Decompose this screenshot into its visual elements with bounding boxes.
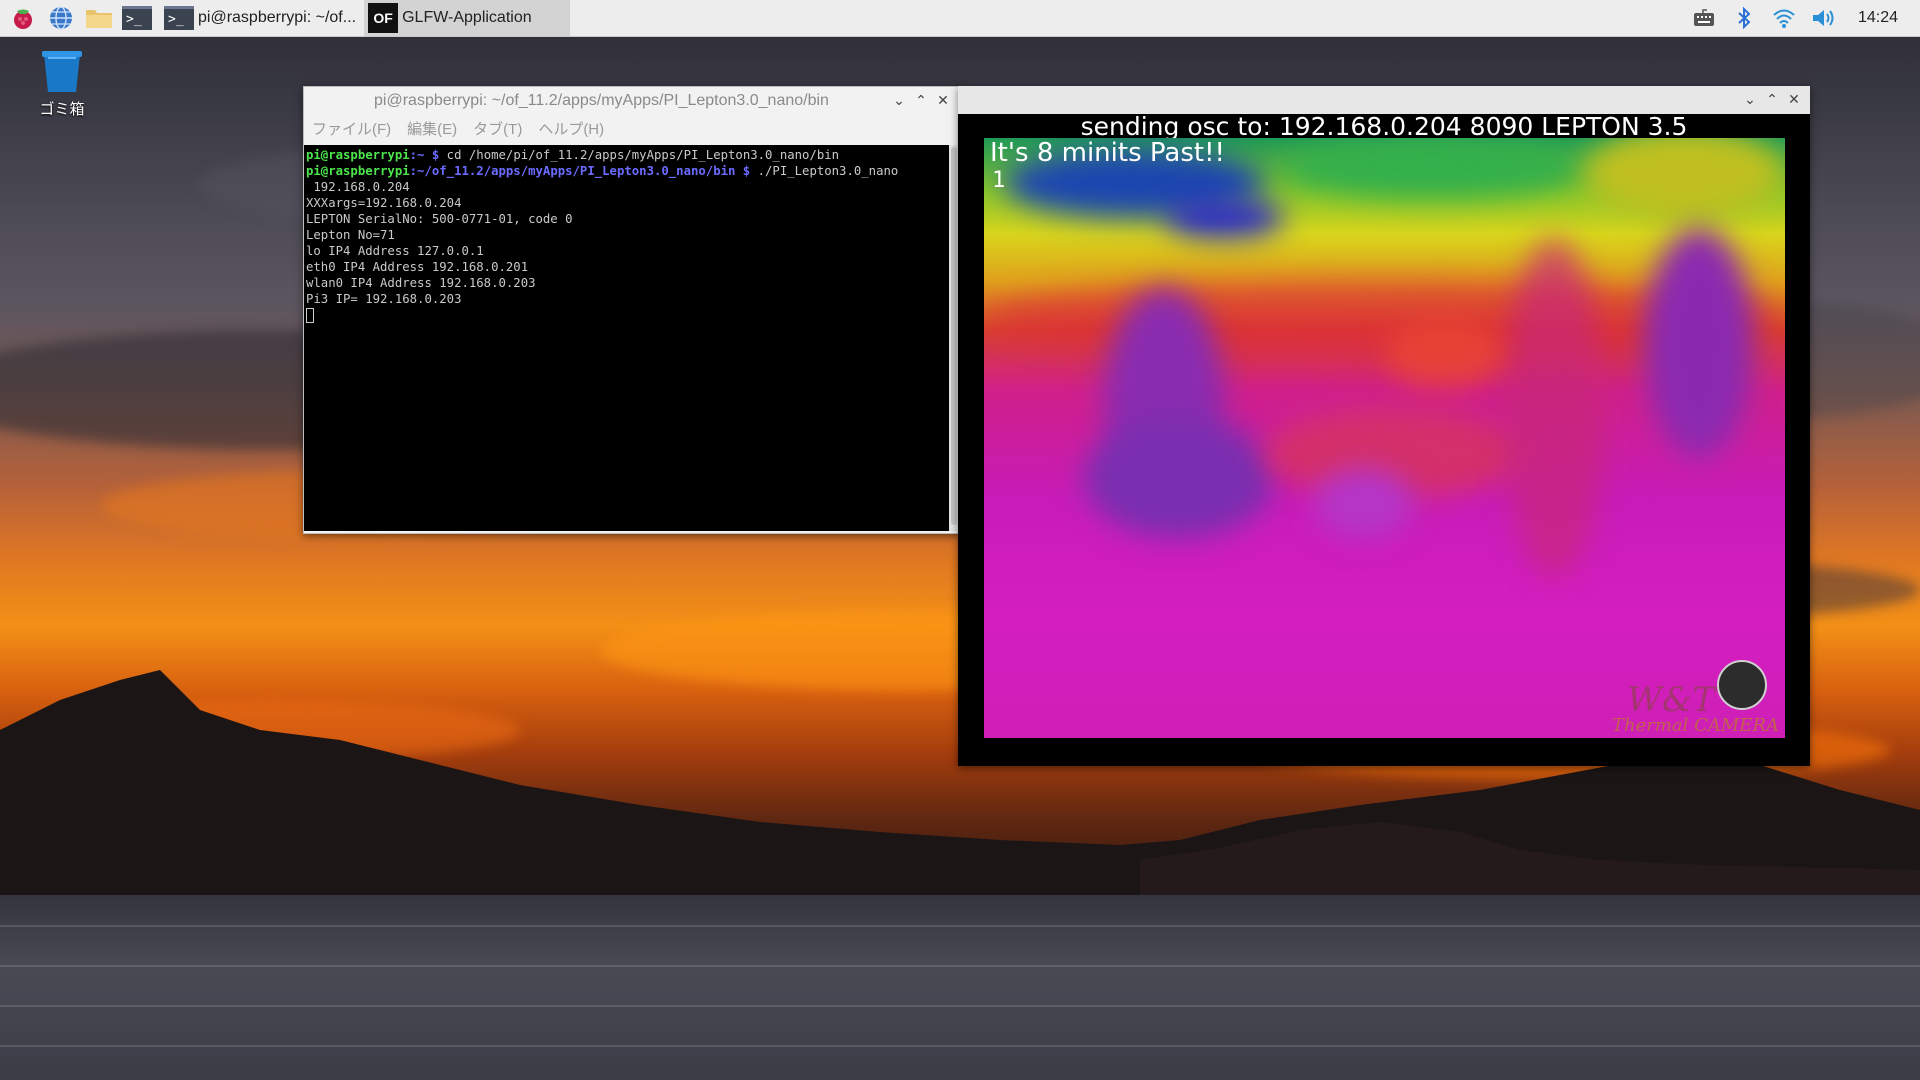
menu-help[interactable]: ヘルプ(H) [538, 118, 604, 139]
terminal-icon: >_ [164, 6, 194, 30]
trash-icon [42, 51, 82, 92]
frame-counter: 1 [992, 168, 1006, 193]
raspberry-menu-icon[interactable] [8, 3, 38, 33]
output-line: eth0 IP4 Address 192.168.0.201 [306, 260, 529, 274]
volume-icon[interactable] [1809, 3, 1839, 33]
terminal-menubar: ファイル(F) 編集(E) タブ(T) ヘルプ(H) [304, 115, 959, 141]
glfw-window: ⌄ ⌃ ✕ sending osc to: 192.168.0.204 8090… [958, 86, 1810, 766]
system-tray: 14:24 [1684, 0, 1920, 36]
minimize-icon[interactable]: ⌄ [1740, 90, 1760, 110]
terminal-window-title: pi@raspberrypi: ~/of_11.2/apps/myApps/PI… [374, 92, 829, 109]
file-manager-icon[interactable] [84, 3, 114, 33]
wifi-icon[interactable] [1769, 3, 1799, 33]
clock[interactable]: 14:24 [1858, 9, 1898, 27]
menu-edit[interactable]: 編集(E) [407, 118, 457, 139]
overlay-text: It's 8 minits Past!! [990, 138, 1225, 168]
output-line: LEPTON SerialNo: 500-0771-01, code 0 [306, 212, 573, 226]
task-glfw-label: GLFW-Application [402, 9, 532, 26]
web-browser-icon[interactable] [46, 3, 76, 33]
menu-file[interactable]: ファイル(F) [312, 118, 391, 139]
terminal-titlebar[interactable]: pi@raspberrypi: ~/of_11.2/apps/myApps/PI… [304, 87, 959, 115]
close-icon[interactable]: ✕ [933, 91, 953, 111]
trash-label: ゴミ箱 [39, 100, 85, 118]
menu-tabs[interactable]: タブ(T) [473, 118, 522, 139]
thermal-image: It's 8 minits Past!! 1 W&T Thermal CAMER… [984, 138, 1785, 738]
task-terminal[interactable]: >_ pi@raspberrypi: ~/of... [160, 0, 364, 36]
prompt-user: pi@raspberrypi [306, 148, 410, 162]
command-text: ./PI_Lepton3.0_nano [750, 164, 899, 178]
terminal-output[interactable]: pi@raspberrypi:~ $ cd /home/pi/of_11.2/a… [304, 145, 949, 531]
osc-status-text: sending osc to: 192.168.0.204 8090 LEPTO… [1080, 112, 1688, 141]
maximize-icon[interactable]: ⌃ [911, 91, 931, 111]
watermark-logo-text: W&T [1627, 680, 1715, 720]
output-line: XXXargs=192.168.0.204 [306, 196, 462, 210]
taskbar: >_ >_ pi@raspberrypi: ~/of... OF GLFW-Ap… [0, 0, 1920, 37]
watermark-caption: Thermal CAMERA [1611, 715, 1779, 736]
output-line: 192.168.0.204 [306, 180, 410, 194]
prompt-path: :~/of_11.2/apps/myApps/PI_Lepton3.0_nano… [409, 164, 751, 178]
openframeworks-logo-icon: OF [368, 3, 399, 33]
maximize-icon[interactable]: ⌃ [1762, 90, 1782, 110]
terminal-window: pi@raspberrypi: ~/of_11.2/apps/myApps/PI… [303, 86, 960, 534]
bluetooth-icon[interactable] [1729, 3, 1759, 33]
output-line: lo IP4 Address 127.0.0.1 [306, 244, 484, 258]
output-line: Pi3 IP= 192.168.0.203 [306, 292, 462, 306]
glfw-titlebar[interactable]: ⌄ ⌃ ✕ [958, 86, 1810, 114]
output-line: wlan0 IP4 Address 192.168.0.203 [306, 276, 536, 290]
output-line: Lepton No=71 [306, 228, 395, 242]
close-icon[interactable]: ✕ [1784, 90, 1804, 110]
scrollbar-thumb[interactable] [951, 147, 957, 525]
sea [0, 895, 1920, 1080]
command-text: cd /home/pi/of_11.2/apps/myApps/PI_Lepto… [439, 148, 840, 162]
desktop-trash[interactable]: ゴミ箱 [32, 48, 92, 119]
terminal-icon[interactable]: >_ [122, 3, 152, 33]
text-cursor [306, 308, 314, 323]
watermark-face-icon [1717, 660, 1767, 710]
keyboard-icon[interactable] [1689, 3, 1719, 33]
prompt-user: pi@raspberrypi [306, 164, 410, 178]
task-terminal-label: pi@raspberrypi: ~/of... [198, 9, 357, 26]
prompt-path: :~ $ [409, 148, 440, 162]
task-glfw-application[interactable]: OF GLFW-Application [364, 0, 570, 36]
minimize-icon[interactable]: ⌄ [889, 91, 909, 111]
